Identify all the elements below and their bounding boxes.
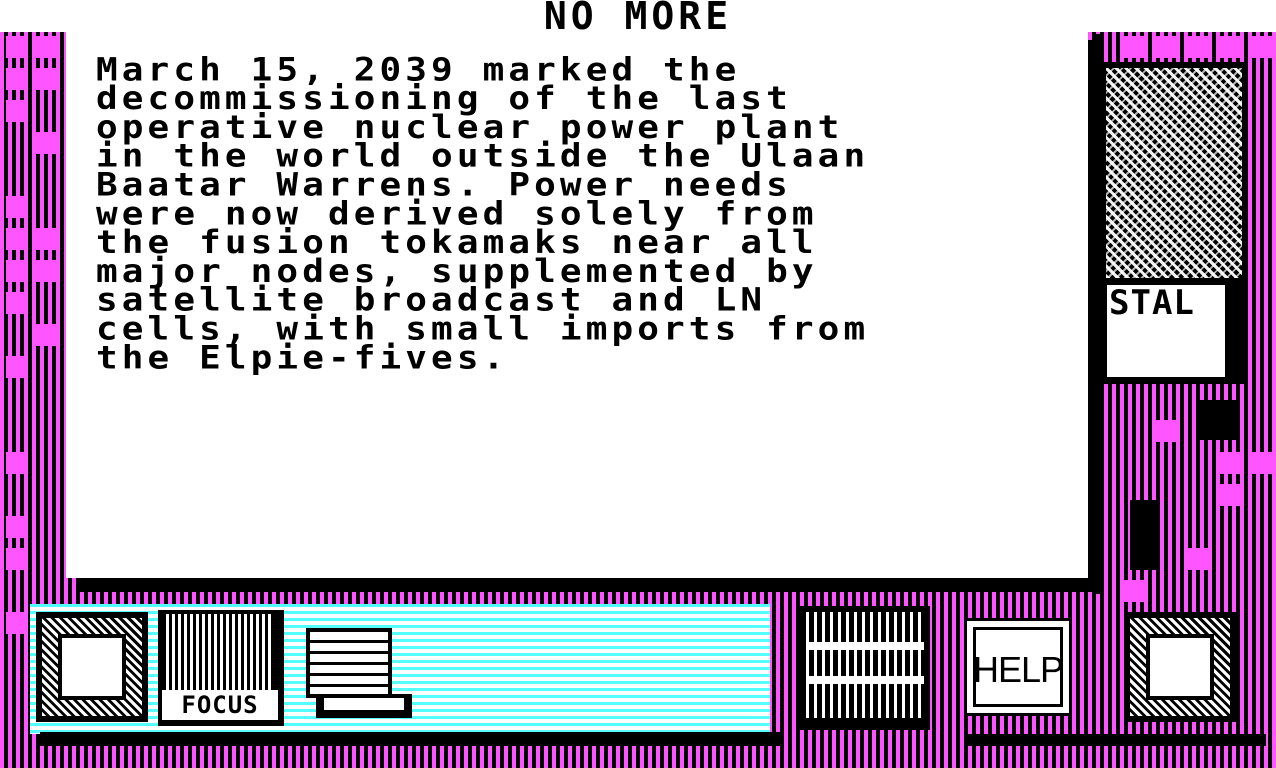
bottom-shadow-right <box>966 734 1266 746</box>
toolbar-shadow <box>40 732 780 746</box>
door-icon[interactable] <box>800 606 930 730</box>
story-text: March 15, 2039 marked the decommissionin… <box>96 51 870 377</box>
notepad-paper <box>306 628 392 698</box>
notepad-icon[interactable] <box>300 624 412 722</box>
game-screen: NO MORE March 15, 2039 marked the decomm… <box>0 0 1276 768</box>
left-frame-window <box>58 634 126 700</box>
text-panel-shadow <box>78 578 1096 592</box>
portrait-nameplate: STAL <box>1104 282 1228 380</box>
focus-icon-graphic <box>166 614 274 692</box>
text-panel-shadow-right <box>1088 40 1098 592</box>
help-button[interactable]: HELP <box>964 618 1072 716</box>
portrait-label: STAL <box>1109 283 1195 323</box>
right-frame-window <box>1146 634 1214 700</box>
focus-label: FOCUS <box>162 690 278 720</box>
text-panel: March 15, 2039 marked the decommissionin… <box>66 32 1088 578</box>
right-frame-icon[interactable] <box>1124 612 1236 722</box>
door-icon-graphic <box>806 612 924 718</box>
door-shelf-2 <box>806 676 924 684</box>
notepad-base-top <box>324 698 404 710</box>
help-label: HELP <box>972 649 1064 690</box>
left-frame-icon[interactable] <box>36 612 148 722</box>
door-shelf-1 <box>806 642 924 650</box>
portrait-dither <box>1106 68 1242 278</box>
character-portrait-icon[interactable]: STAL <box>1100 62 1248 384</box>
title-bar: NO MORE <box>0 0 1276 38</box>
